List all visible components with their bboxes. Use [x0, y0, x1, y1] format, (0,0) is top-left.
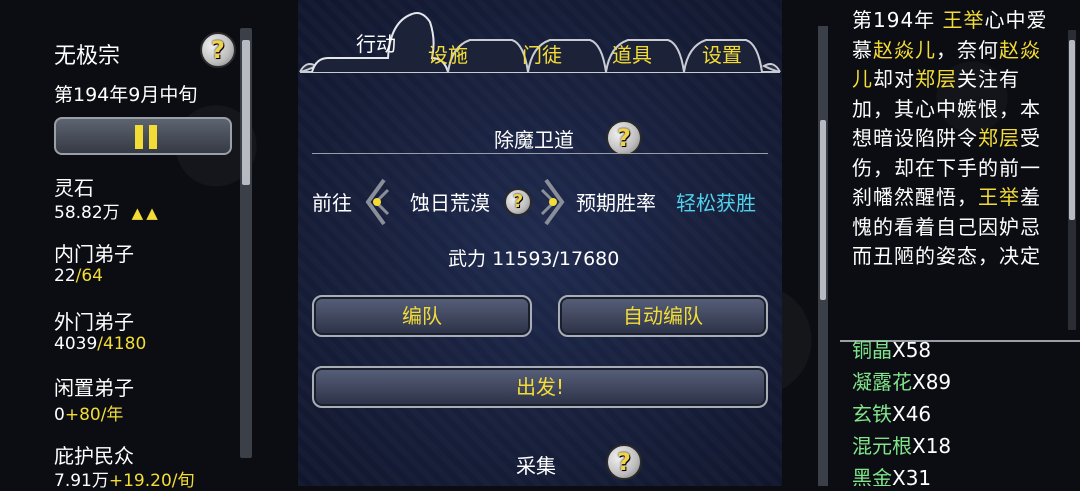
item-qty: X31 — [892, 466, 932, 486]
item-qty: X89 — [912, 370, 952, 394]
item-name: 凝露花 — [852, 370, 912, 394]
game-date: 第194年9月中旬 — [54, 84, 198, 106]
force-stat: 武力 11593/17680 — [448, 244, 619, 271]
story-seg: 却对 — [873, 67, 915, 91]
story-name: 郑层 — [978, 126, 1020, 150]
item-qty: X58 — [892, 338, 932, 362]
item-qty: X18 — [912, 434, 952, 458]
section-title-gather: 采集 — [516, 454, 556, 478]
goto-label: 前往 — [312, 191, 352, 215]
inventory-item[interactable]: 玄铁X46 — [852, 398, 931, 427]
item-name: 玄铁 — [852, 402, 892, 426]
story-seg: ，奈何 — [936, 37, 999, 62]
pause-icon-bar-left — [135, 125, 143, 149]
protected-people-label: 庇护民众 — [54, 444, 134, 468]
pause-icon-bar-right — [149, 125, 157, 149]
inner-disciples-value: 22/64 — [54, 266, 103, 286]
force-label: 武力 — [448, 248, 487, 270]
protected-people-value: 7.91万+19.20/旬 — [54, 466, 195, 491]
protected-people-rate: +19.20/旬 — [108, 471, 195, 491]
item-name: 铜晶 — [852, 338, 892, 362]
win-rate-value: 轻松获胜 — [676, 191, 756, 215]
story-name: 王举 — [942, 8, 985, 32]
team-button[interactable]: 编队 — [312, 295, 532, 337]
inner-disciples-max: /64 — [75, 266, 103, 286]
event-log: 第194年 王举心中爱慕赵焱儿，奈何赵焱儿却对郑层关注有加，其心中嫉恨，本想暗设… — [852, 6, 1048, 328]
outer-disciples-value: 4039/4180 — [54, 334, 146, 354]
gather-help-button[interactable]: ? — [606, 444, 642, 480]
idle-disciples-value: 0+80/年 — [54, 400, 123, 425]
idle-disciples-current: 0 — [54, 405, 65, 425]
sect-name: 无极宗 — [54, 44, 121, 69]
demon-hunt-help-button[interactable]: ? — [606, 120, 642, 156]
sect-help-button[interactable]: ? — [200, 32, 236, 68]
outer-disciples-max: /4180 — [97, 334, 147, 354]
story-seg: 第194年 — [852, 8, 943, 32]
section-title-demon-hunt: 除魔卫道 — [494, 128, 574, 152]
story-name: 赵焱儿 — [873, 37, 936, 62]
protected-people-current: 7.91万 — [54, 471, 109, 491]
spirit-stones-value: 58.82万 ▲▲ — [54, 198, 161, 223]
outer-disciples-current: 4039 — [54, 334, 98, 354]
item-name: 混元根 — [852, 434, 912, 458]
win-rate-label: 预期胜率 — [576, 191, 656, 215]
story-name: 王举 — [978, 185, 1020, 209]
log-scrollbar-thumb[interactable] — [1069, 40, 1075, 220]
item-qty: X46 — [892, 402, 932, 426]
next-location-arrow-icon[interactable] — [536, 176, 566, 228]
rising-arrows-icon: ▲▲ — [131, 204, 161, 222]
location-name: 蚀日荒漠 — [410, 191, 490, 215]
inventory-item[interactable]: 铜晶X58 — [852, 336, 931, 363]
tab-bar: 行动 设施 门徒 道具 设置 — [298, 0, 782, 80]
spirit-stones-amount: 58.82万 — [54, 203, 120, 223]
inner-disciples-label: 内门弟子 — [54, 242, 134, 266]
idle-disciples-rate: +80/年 — [64, 405, 124, 425]
sect-status-panel: 无极宗 ? 第194年9月中旬 灵石 58.82万 ▲▲ 内门弟子 22/64 外… — [38, 20, 256, 491]
location-help-button[interactable]: ? — [504, 188, 532, 216]
story-name: 郑层 — [915, 67, 957, 91]
auto-team-button[interactable]: 自动编队 — [558, 295, 768, 337]
depart-button[interactable]: 出发! — [312, 366, 768, 408]
prev-location-arrow-icon[interactable] — [364, 176, 394, 228]
center-scrollbar-thumb[interactable] — [820, 120, 826, 300]
action-panel: 行动 设施 门徒 道具 设置 除魔卫道 ? 前往 蚀日荒漠 ? 预期胜率 轻松获… — [298, 0, 782, 486]
tab-disciples[interactable]: 门徒 — [502, 38, 582, 80]
idle-disciples-label: 闲置弟子 — [54, 376, 134, 400]
item-name: 黑金 — [852, 466, 892, 486]
section-divider — [312, 153, 768, 154]
tab-items[interactable]: 道具 — [592, 38, 672, 80]
inner-disciples-current: 22 — [54, 266, 76, 286]
inventory-list: 铜晶X58 凝露花X89 玄铁X46 混元根X18 黑金X31 — [852, 336, 1080, 486]
left-scrollbar-thumb[interactable] — [242, 40, 250, 185]
spirit-stones-label: 灵石 — [54, 176, 94, 200]
outer-disciples-label: 外门弟子 — [54, 310, 134, 334]
inventory-item[interactable]: 混元根X18 — [852, 430, 951, 459]
tab-settings[interactable]: 设置 — [682, 38, 762, 80]
force-value: 11593/17680 — [492, 248, 620, 270]
inventory-item[interactable]: 凝露花X89 — [852, 366, 951, 395]
tab-facilities[interactable]: 设施 — [408, 38, 488, 80]
pause-button[interactable] — [54, 117, 232, 155]
inventory-item[interactable]: 黑金X31 — [852, 462, 931, 486]
